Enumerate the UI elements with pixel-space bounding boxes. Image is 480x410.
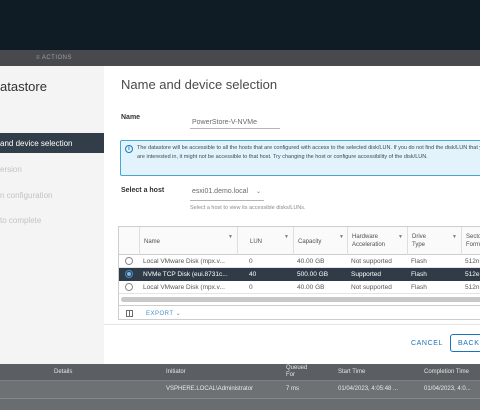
hw-accel-cell: Not supported	[351, 284, 392, 291]
col-name[interactable]: Name ▼	[139, 227, 237, 255]
wizard-title: atastore	[0, 79, 47, 94]
disk-lun-grid: Name ▼ LUN ▼ Capacity ▼ Hardware Acceler…	[118, 226, 480, 320]
queued-cell: 7 ms	[286, 386, 300, 392]
table-row[interactable]: Local VMware Disk (mpx.v... 0 40.00 GB N…	[119, 281, 480, 294]
col-sector-format[interactable]: Secto Forma	[461, 227, 480, 255]
disk-name-cell: Local VMware Disk (mpx.v...	[143, 284, 225, 291]
tasks-table-header: Details Initiator Queued For Start Time …	[0, 363, 480, 381]
hw-accel-cell: Supported	[351, 271, 381, 278]
host-select[interactable]: esxi01.demo.local ⌄	[190, 188, 264, 201]
col-lun[interactable]: LUN ▼	[237, 227, 293, 255]
initiator-cell: VSPHERE.LOCAL\Administrator	[166, 386, 254, 392]
col-hw-label: Hardware Acceleration	[352, 234, 386, 248]
drive-type-cell: Flash	[411, 271, 427, 278]
grid-header: Name ▼ LUN ▼ Capacity ▼ Hardware Acceler…	[119, 227, 480, 255]
step-configuration[interactable]: n configuration	[0, 185, 104, 205]
host-select-value: esxi01.demo.local	[192, 188, 249, 195]
disk-name-cell: Local VMware Disk (mpx.v...	[143, 258, 225, 265]
wizard-content: Name and device selection Name i The dat…	[104, 66, 480, 364]
sector-cell: 512e	[465, 271, 480, 278]
drive-type-cell: Flash	[411, 284, 427, 291]
table-row[interactable]: Local VMware Disk (mpx.v... 0 40.00 GB N…	[119, 255, 480, 268]
filter-icon[interactable]: ▼	[228, 233, 233, 241]
col-drive-type[interactable]: Drive Type ▼	[407, 227, 461, 255]
info-icon: i	[125, 145, 133, 153]
app-header	[0, 0, 480, 50]
name-label: Name	[121, 114, 141, 121]
drive-type-cell: Flash	[411, 258, 427, 265]
info-alert: i The datastore will be accessible to al…	[120, 140, 480, 176]
row-radio[interactable]	[125, 270, 133, 278]
col-name-label: Name	[144, 239, 161, 245]
sector-cell: 512n	[465, 284, 480, 291]
actions-menu[interactable]: ≡ ACTIONS	[0, 50, 480, 66]
capacity-cell: 40.00 GB	[297, 258, 325, 265]
filter-icon[interactable]: ▼	[398, 233, 403, 241]
hw-accel-cell: Not supported	[351, 258, 392, 265]
new-datastore-dialog: atastore and device selection ersion n c…	[0, 66, 480, 364]
column-toggle-icon[interactable]	[126, 310, 133, 317]
export-button[interactable]: EXPORT ⌄	[146, 310, 181, 317]
wizard-steps: atastore and device selection ersion n c…	[0, 66, 104, 364]
disk-name-cell: NVMe TCP Disk (eui.8731c...	[143, 271, 228, 278]
capacity-cell: 500.00 GB	[297, 271, 329, 278]
col-queued-for[interactable]: Queued For	[286, 365, 312, 379]
table-row[interactable]: VSPHERE.LOCAL\Administrator 7 ms 01/04/2…	[0, 381, 480, 399]
lun-cell: 40	[249, 271, 257, 278]
capacity-cell: 40.00 GB	[297, 284, 325, 291]
col-completion-time[interactable]: Completion Time	[424, 369, 469, 375]
col-lun-label: LUN	[250, 239, 263, 245]
step-name-device-selection[interactable]: and device selection	[0, 133, 104, 153]
start-time-cell: 01/04/2023, 4:05:48 ...	[338, 386, 399, 392]
col-capacity[interactable]: Capacity ▼	[293, 227, 347, 255]
table-row[interactable]	[0, 399, 480, 410]
col-details[interactable]: Details	[54, 369, 72, 375]
filter-icon[interactable]: ▼	[339, 233, 344, 241]
info-text: The datastore will be accessible to all …	[137, 145, 480, 160]
back-button[interactable]: BACK	[450, 334, 480, 352]
horizontal-scrollbar[interactable]	[121, 297, 480, 302]
completion-time-cell: 01/04/2023, 4:0...	[424, 386, 471, 392]
cancel-button[interactable]: CANCEL	[411, 340, 443, 347]
col-drive-label: Drive Type	[412, 234, 427, 248]
page-title: Name and device selection	[121, 77, 278, 92]
row-radio[interactable]	[125, 257, 133, 265]
host-helper-text: Select a host to view its accessible dis…	[190, 205, 306, 211]
sector-cell: 512n	[465, 258, 480, 265]
col-capacity-label: Capacity	[298, 239, 322, 245]
col-hardware-acceleration[interactable]: Hardware Acceleration ▼	[347, 227, 407, 255]
step-version[interactable]: ersion	[0, 159, 104, 179]
filter-icon[interactable]: ▼	[284, 233, 289, 241]
step-ready-to-complete[interactable]: to complete	[0, 210, 104, 230]
grid-footer: EXPORT ⌄	[119, 305, 480, 319]
col-sector-label: Secto Forma	[466, 234, 480, 248]
lun-cell: 0	[249, 258, 253, 265]
table-row-selected[interactable]: NVMe TCP Disk (eui.8731c... 40 500.00 GB…	[119, 268, 480, 281]
host-label: Select a host	[121, 187, 165, 194]
datastore-name-input[interactable]	[190, 116, 280, 129]
chevron-down-icon: ⌄	[255, 189, 261, 195]
col-initiator[interactable]: Initiator	[166, 369, 186, 375]
col-start-time[interactable]: Start Time	[338, 369, 365, 375]
lun-cell: 0	[249, 284, 253, 291]
footer-divider	[104, 324, 480, 325]
row-radio[interactable]	[125, 283, 133, 291]
filter-icon[interactable]: ▼	[452, 233, 457, 241]
